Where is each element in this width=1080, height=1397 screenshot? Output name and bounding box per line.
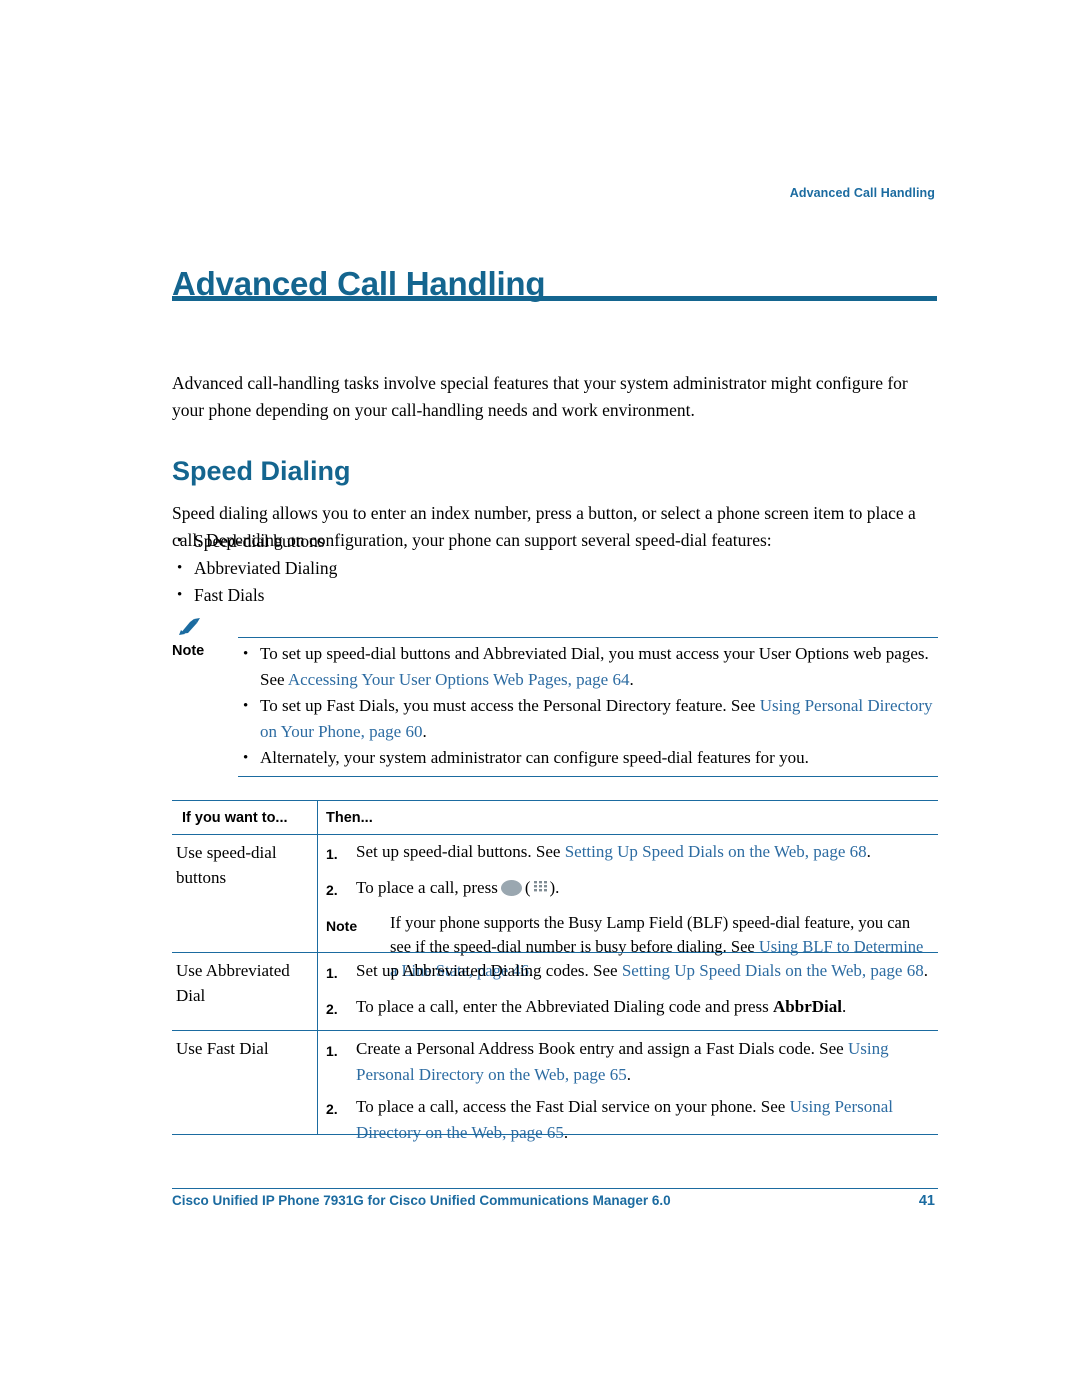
step-item: 1. Create a Personal Address Book entry …: [326, 1036, 934, 1087]
bullet-icon: •: [177, 533, 183, 549]
step-item: 2. To place a call, press().: [326, 875, 934, 904]
table-column-divider: [317, 800, 318, 952]
bullet-icon: •: [243, 646, 249, 662]
softkey-name: AbbrDial: [773, 996, 842, 1016]
step-number: 1.: [326, 1043, 338, 1059]
section-heading-speed-dialing: Speed Dialing: [172, 456, 351, 487]
list-item: • Abbreviated Dialing: [172, 555, 872, 582]
table-column-divider: [317, 952, 318, 1030]
pencil-icon: [178, 617, 212, 637]
bullet-icon: •: [243, 750, 249, 766]
note-item-text: Alternately, your system administrator c…: [260, 748, 809, 767]
table-header-border: [172, 834, 938, 835]
step-text: To place a call, press().: [356, 877, 560, 897]
table-header-col2: Then...: [326, 810, 373, 826]
title-divider: [172, 296, 937, 301]
list-item-label: Abbreviated Dialing: [194, 558, 338, 578]
note-item-text: To set up Fast Dials, you must access th…: [260, 696, 933, 741]
step-item: 2. To place a call, access the Fast Dial…: [326, 1094, 934, 1145]
step-number: 2.: [326, 881, 338, 898]
table-bottom-border: [172, 1134, 938, 1135]
footer-divider: [172, 1188, 938, 1189]
table-row-label: Use Abbreviated Dial: [176, 961, 290, 1005]
note-top-divider: [238, 637, 938, 638]
step-number: 2.: [326, 1101, 338, 1117]
note-label: Note: [172, 643, 205, 659]
step-item: 2. To place a call, enter the Abbreviate…: [326, 994, 934, 1023]
bullet-icon: •: [177, 560, 183, 576]
table-row-border: [172, 952, 938, 953]
step-text: Create a Personal Address Book entry and…: [356, 1039, 889, 1084]
step-item: 1. Set up Abbreviated Dialing codes. See…: [326, 958, 934, 987]
note-list-item: • To set up speed-dial buttons and Abbre…: [238, 641, 938, 693]
step-number: 1.: [326, 846, 338, 862]
list-item-label: Speed-dial buttons: [194, 531, 325, 551]
cross-reference-link[interactable]: Setting Up Speed Dials on the Web, page …: [565, 842, 867, 861]
list-item-label: Fast Dials: [194, 585, 265, 605]
table-row-border: [172, 1030, 938, 1031]
bullet-icon: •: [243, 698, 249, 714]
table-row-label: Use speed-dial buttons: [176, 843, 277, 887]
page-number: 41: [918, 1193, 935, 1209]
document-page: Advanced Call Handling Advanced Call Han…: [0, 0, 1080, 1397]
running-head: Advanced Call Handling: [789, 186, 935, 200]
table-header-col1: If you want to...: [182, 810, 288, 826]
intro-paragraph: Advanced call-handling tasks involve spe…: [172, 372, 908, 420]
step-text: To place a call, enter the Abbreviated D…: [356, 996, 847, 1016]
note-list-item: • Alternately, your system administrator…: [238, 745, 938, 771]
step-item: 1. Set up speed-dial buttons. See Settin…: [326, 839, 934, 868]
line-button-icon: [500, 879, 522, 896]
table-column-divider: [317, 1030, 318, 1134]
note-bottom-divider: [238, 776, 938, 777]
step-number: 1.: [326, 965, 338, 981]
keypad-icon: [533, 877, 548, 892]
note-item-text: To set up speed-dial buttons and Abbrevi…: [260, 644, 929, 689]
step-text: To place a call, access the Fast Dial se…: [356, 1097, 893, 1142]
step-text: Set up speed-dial buttons. See Setting U…: [356, 842, 871, 861]
feature-bullet-list: • Speed-dial buttons • Abbreviated Diali…: [172, 528, 872, 609]
bullet-icon: •: [177, 587, 183, 603]
list-item: • Speed-dial buttons: [172, 528, 872, 555]
table-row-steps: 1. Create a Personal Address Book entry …: [326, 1036, 934, 1145]
step-number: 2.: [326, 1000, 338, 1017]
cross-reference-link[interactable]: Accessing Your User Options Web Pages, p…: [288, 670, 630, 689]
cross-reference-link[interactable]: Setting Up Speed Dials on the Web, page …: [622, 961, 924, 980]
list-item: • Fast Dials: [172, 582, 872, 609]
note-list-item: • To set up Fast Dials, you must access …: [238, 693, 938, 745]
footer-title: Cisco Unified IP Phone 7931G for Cisco U…: [172, 1193, 671, 1208]
table-top-border: [172, 800, 938, 801]
note-body: • To set up speed-dial buttons and Abbre…: [238, 641, 938, 771]
table-row-steps: 1. Set up Abbreviated Dialing codes. See…: [326, 958, 934, 1022]
step-text: Set up Abbreviated Dialing codes. See Se…: [356, 961, 928, 980]
table-row-label: Use Fast Dial: [176, 1039, 269, 1058]
